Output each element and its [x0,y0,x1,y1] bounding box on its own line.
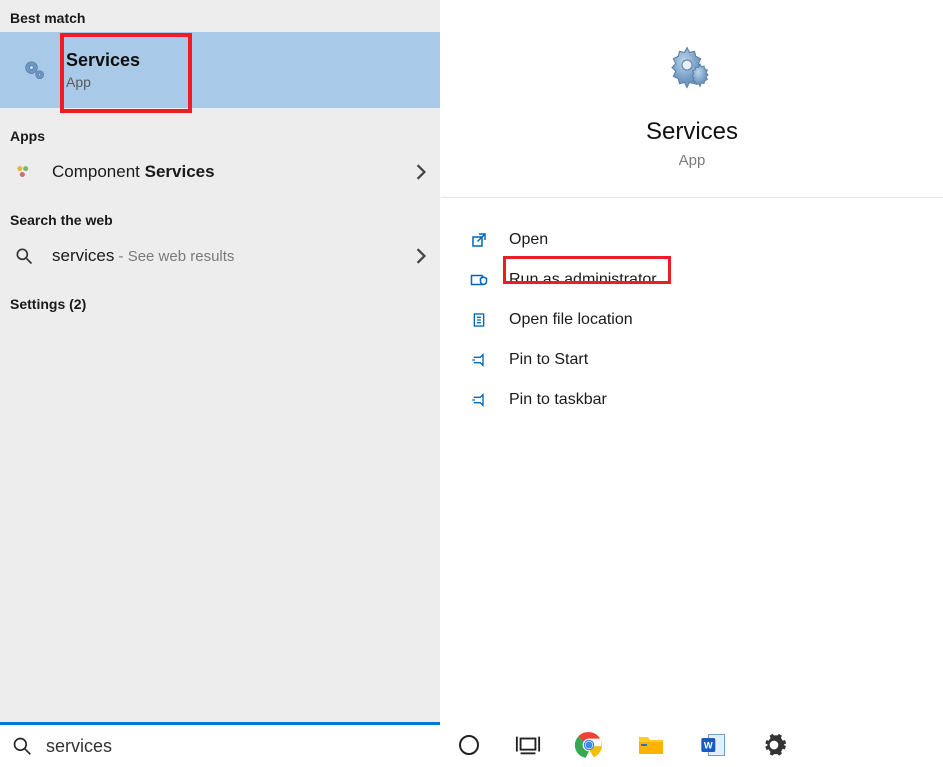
search-icon [10,246,38,266]
detail-subtitle: App [679,152,706,169]
search-bar[interactable] [0,722,440,767]
pin-icon [467,392,491,408]
search-icon [12,736,32,756]
action-pin-to-taskbar[interactable]: Pin to taskbar [461,380,923,420]
word-icon[interactable]: W [699,731,727,759]
app-label: Component Services [52,162,215,182]
web-label: services - See web results [52,246,234,266]
section-best-match: Best match [0,0,440,32]
action-open-label: Open [509,231,548,249]
best-match-subtitle: App [66,73,140,91]
svg-text:W: W [704,740,713,750]
open-location-icon [467,310,491,330]
action-run-as-administrator[interactable]: Run as administrator [461,260,923,300]
task-view-icon[interactable] [515,734,541,756]
search-results-panel: Best match Services App Apps [0,0,440,767]
action-open[interactable]: Open [461,220,923,260]
action-run-admin-label: Run as administrator [509,271,657,289]
action-pin-to-start[interactable]: Pin to Start [461,340,923,380]
search-input[interactable] [46,725,428,767]
services-large-icon [662,40,722,100]
admin-shield-icon [467,271,491,289]
best-match-services[interactable]: Services App [0,32,440,108]
settings-gear-icon[interactable] [761,732,787,758]
services-icon [10,56,60,84]
file-explorer-icon[interactable] [637,733,665,757]
cortana-icon[interactable] [457,733,481,757]
section-settings[interactable]: Settings (2) [0,278,440,318]
section-web: Search the web [0,194,440,234]
action-open-loc-label: Open file location [509,311,633,329]
pin-icon [467,352,491,368]
open-external-icon [467,231,491,249]
taskbar: W [441,722,943,767]
action-pin-taskbar-label: Pin to taskbar [509,391,607,409]
section-apps: Apps [0,108,440,150]
web-search-services[interactable]: services - See web results [0,234,440,278]
app-component-services[interactable]: Component Services [0,150,440,194]
best-match-title: Services [66,49,140,71]
chrome-icon[interactable] [575,731,603,759]
component-services-icon [10,162,38,182]
details-panel: Services App Open Run as administrator [440,0,943,767]
chevron-right-icon [416,164,426,180]
action-open-file-location[interactable]: Open file location [461,300,923,340]
chevron-right-icon [416,248,426,264]
detail-title: Services [646,118,738,146]
action-pin-start-label: Pin to Start [509,351,588,369]
